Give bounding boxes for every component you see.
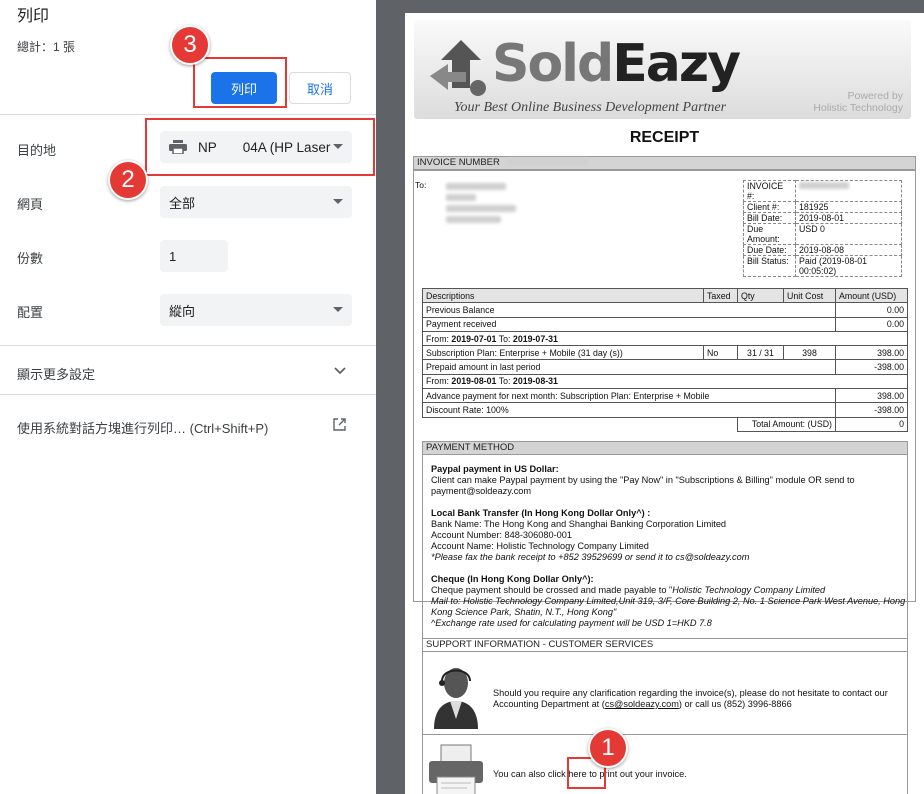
destination-select[interactable]: NP 04A (HP Laser <box>160 131 352 163</box>
copies-input[interactable]: 1 <box>160 240 228 272</box>
print-settings-panel: 列印 總計：1 張 列印 取消 3 目的地 NP 04A (HP Laser 2… <box>0 0 376 794</box>
arrow-logo-icon <box>430 40 486 96</box>
support-agent-icon <box>434 668 478 729</box>
divider <box>0 114 376 115</box>
support-email-link[interactable]: cs@soldeazy.com <box>605 699 679 709</box>
table-row: Previous Balance 0.00 <box>422 302 908 318</box>
preview-page: SoldEazy Your Best Online Business Devel… <box>405 13 924 794</box>
pages-label: 網頁 <box>17 197 44 212</box>
print-preview-area[interactable]: SoldEazy Your Best Online Business Devel… <box>376 0 924 794</box>
system-dialog-link[interactable]: 使用系統對話方塊進行列印… (Ctrl+Shift+P) <box>17 418 268 437</box>
click-here-link[interactable]: click here <box>548 769 587 779</box>
chevron-down-icon <box>333 144 343 149</box>
redacted-text <box>506 158 587 165</box>
support-text: Should you require any clarification reg… <box>493 688 888 709</box>
table-row: Prepaid amount in last period -398.00 <box>422 359 908 375</box>
divider <box>422 734 908 735</box>
chevron-down-icon <box>333 199 343 204</box>
destination-label: 目的地 <box>17 143 57 158</box>
table-row: Subscription Plan: Enterprise + Mobile (… <box>422 345 908 361</box>
table-row: From: 2019-07-01 To: 2019-07-31 <box>422 330 908 347</box>
divider <box>0 345 376 346</box>
receipt-title: RECEIPT <box>629 129 700 146</box>
cancel-button[interactable]: 取消 <box>289 72 351 104</box>
invoice-info-table: INVOICE #: Client #: 181925 Bill Date: 201… <box>743 180 902 277</box>
table-row: Payment received 0.00 <box>422 316 908 332</box>
logo-tagline: Your Best Online Business Development Pa… <box>454 100 727 115</box>
divider <box>0 394 376 395</box>
table-row: Advance payment for next month: Subscrip… <box>422 388 908 404</box>
sheet-total: 總計：1 張 <box>17 40 76 54</box>
pages-select[interactable]: 全部 <box>160 186 352 218</box>
company-logo: SoldEazy Your Best Online Business Devel… <box>414 20 911 119</box>
table-row: From: 2019-08-01 To: 2019-08-31 <box>422 373 908 390</box>
to-label: To: <box>415 180 427 190</box>
printer-icon <box>429 744 483 794</box>
chevron-down-icon[interactable] <box>333 364 347 378</box>
payment-method-bar: PAYMENT METHOD <box>422 441 908 455</box>
support-bar: SUPPORT INFORMATION - CUSTOMER SERVICES <box>422 638 908 652</box>
invoice-number-bar: INVOICE NUMBER <box>413 156 916 170</box>
open-external-icon[interactable] <box>332 417 347 432</box>
powered-by: Powered by Holistic Technology <box>813 90 903 114</box>
layout-select[interactable]: 縱向 <box>160 294 352 326</box>
dialog-title: 列印 <box>17 8 50 25</box>
more-settings-toggle[interactable]: 顯示更多設定 <box>17 364 95 383</box>
destination-value: NP 04A (HP Laser <box>198 139 331 155</box>
redacted-text <box>799 182 849 189</box>
step-badge-3: 3 <box>170 25 210 65</box>
step-badge-1: 1 <box>588 728 628 768</box>
pages-value: 全部 <box>169 195 196 211</box>
step-badge-2: 2 <box>108 160 148 200</box>
chevron-down-icon <box>333 307 343 312</box>
line-items-table: Descriptions Taxed Qty Unit Cost Amount … <box>422 287 908 432</box>
print-invoice-text: You can also click here to print out you… <box>493 769 687 779</box>
printer-icon <box>169 140 187 154</box>
logo-text: SoldEazy <box>492 34 741 94</box>
layout-value: 縱向 <box>169 303 196 319</box>
payment-details: Paypal payment in US Dollar: Client can … <box>431 464 906 628</box>
total-row: Total Amount: (USD) 0 <box>423 416 908 432</box>
copies-label: 份數 <box>17 251 44 266</box>
recipient-address-redacted <box>446 183 516 223</box>
table-row: Discount Rate: 100% -398.00 <box>422 402 908 418</box>
print-button[interactable]: 列印 <box>211 72 277 104</box>
layout-label: 配置 <box>17 305 44 320</box>
